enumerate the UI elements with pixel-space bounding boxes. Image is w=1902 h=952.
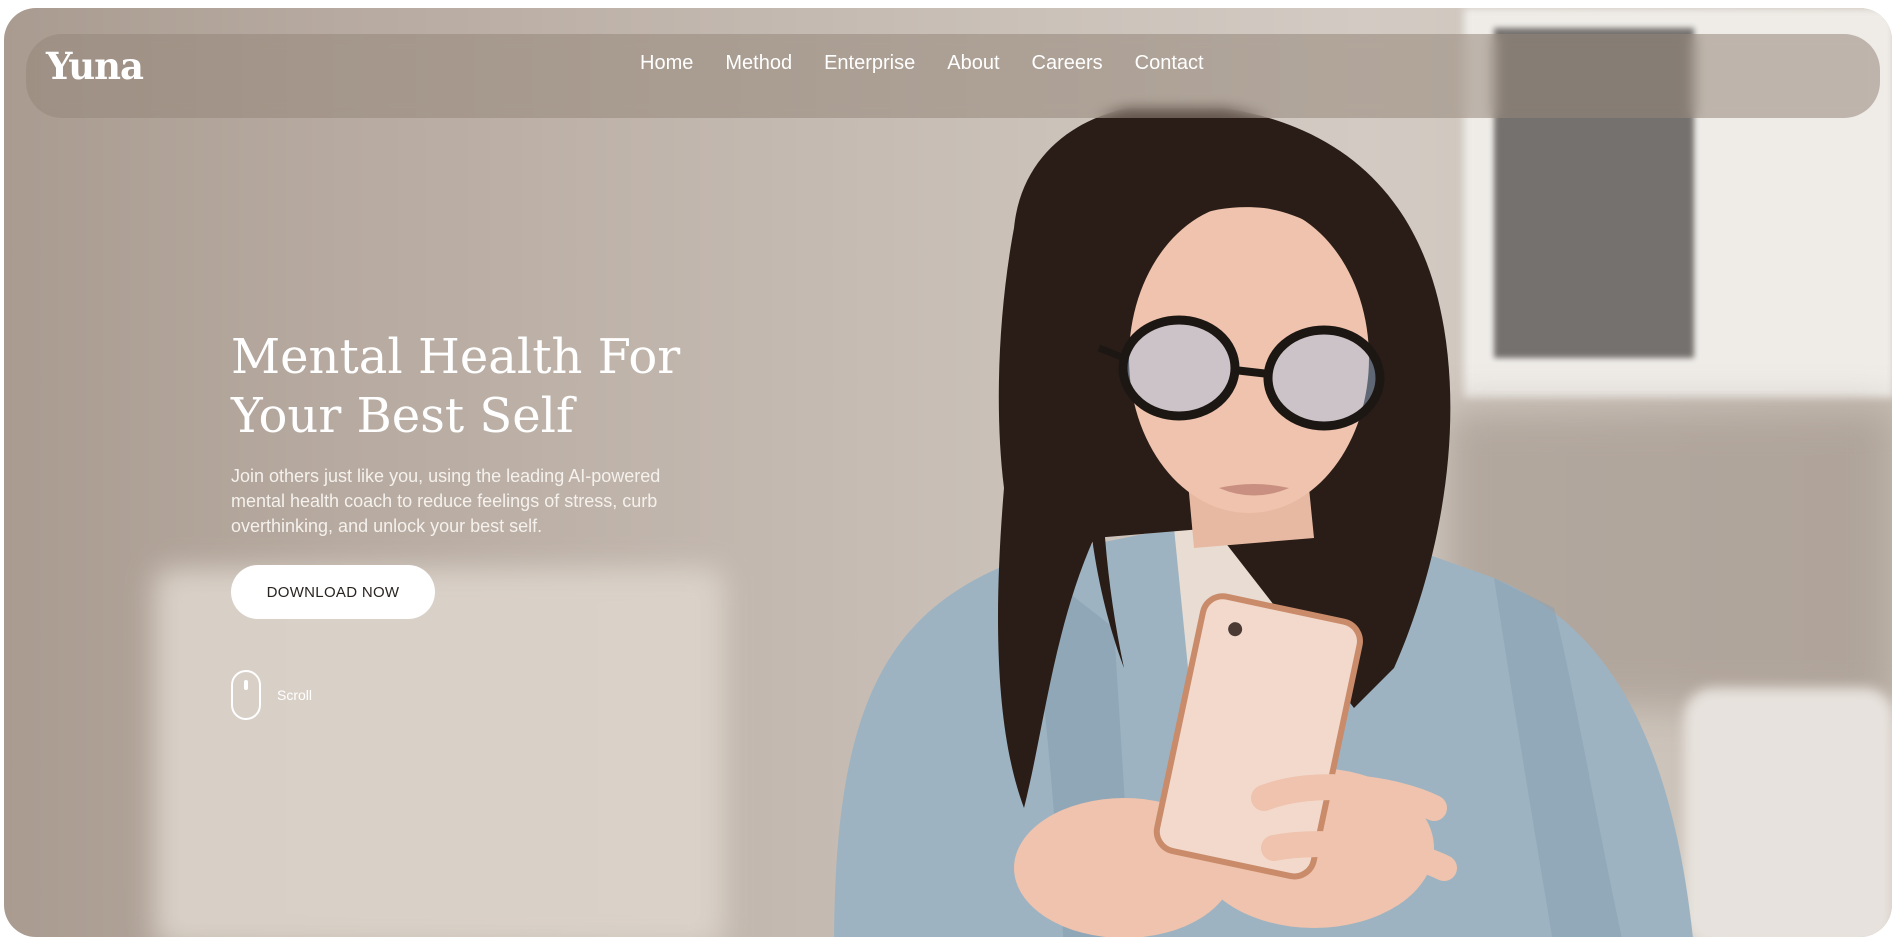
nav-link-enterprise[interactable]: Enterprise	[824, 52, 915, 75]
nav-link-home[interactable]: Home	[640, 52, 693, 75]
hero-description: Join others just like you, using the lea…	[231, 466, 661, 536]
nav-link-about[interactable]: About	[947, 52, 999, 75]
nav-link-method[interactable]: Method	[725, 52, 792, 75]
download-now-button[interactable]: DOWNLOAD NOW	[231, 565, 435, 619]
hero-photo-woman-with-phone	[834, 108, 1693, 937]
scroll-indicator[interactable]: Scroll	[231, 670, 312, 720]
hero-headline-line-1: Mental Health For	[231, 329, 681, 385]
nav-link-careers[interactable]: Careers	[1032, 52, 1103, 75]
mouse-scroll-icon	[231, 670, 261, 720]
hero-headline-line-2: Your Best Self	[231, 388, 574, 444]
page-bottom-edge	[0, 940, 1902, 952]
background-chair	[154, 568, 724, 937]
nav-link-contact[interactable]: Contact	[1135, 52, 1204, 75]
hero-headline: Mental Health For Your Best Self	[231, 328, 751, 446]
scroll-label: Scroll	[277, 687, 313, 703]
yuna-logo[interactable]: Yuna	[46, 44, 144, 88]
top-nav-bar	[26, 34, 1880, 118]
main-navigation: Home Method Enterprise About Careers Con…	[640, 52, 1204, 75]
